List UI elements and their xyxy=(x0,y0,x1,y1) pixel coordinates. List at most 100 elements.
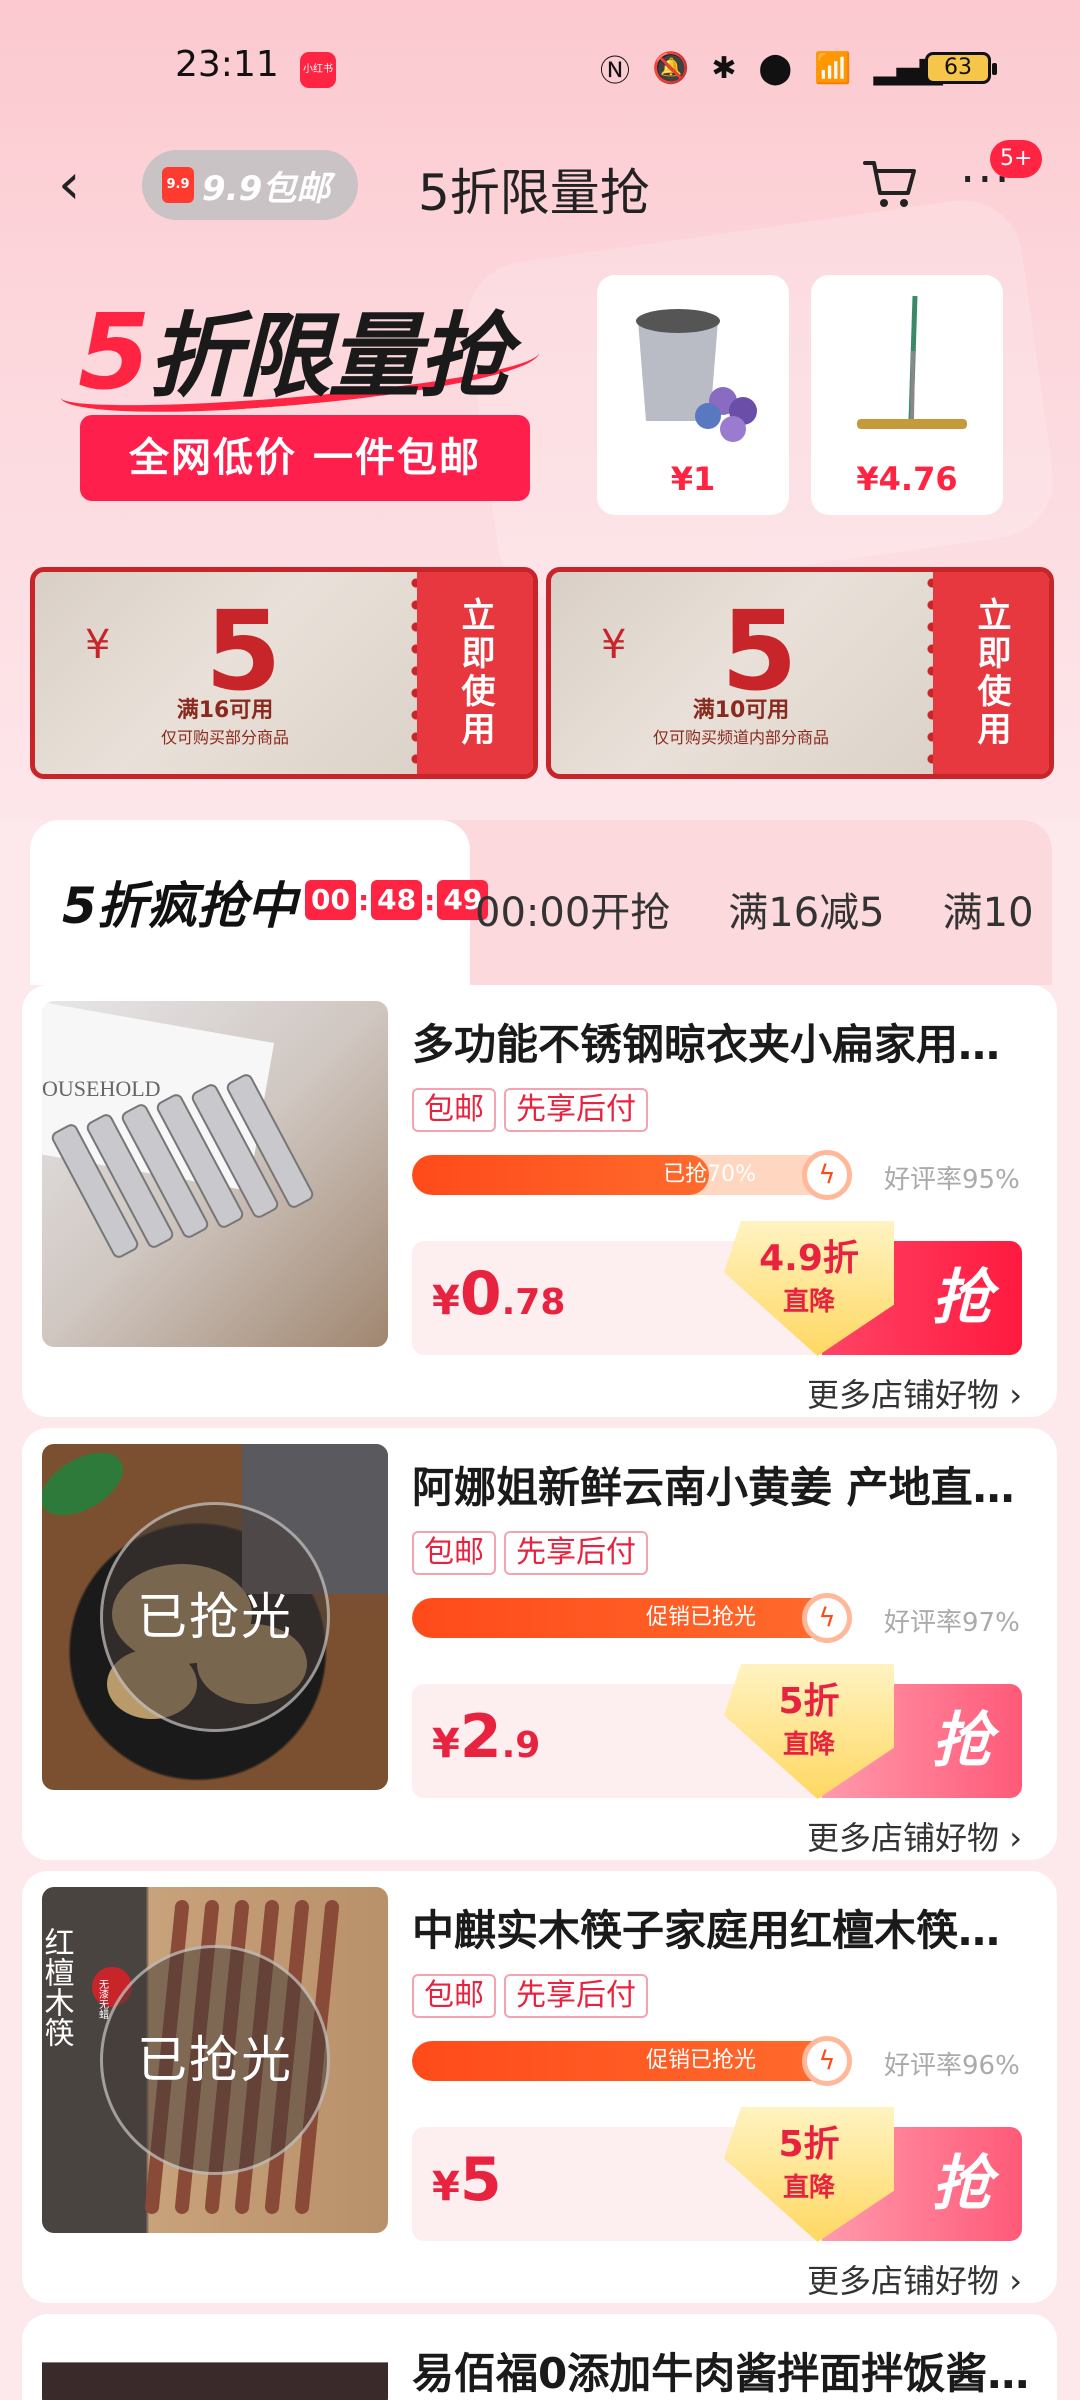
location-icon: ⬤ xyxy=(758,50,793,86)
featured-price: ¥1 xyxy=(670,460,716,498)
pill-label: 9.9包邮 xyxy=(202,168,331,209)
sold-out-overlay: 已抢光 xyxy=(100,1502,330,1732)
rating-text: 好评率96% xyxy=(884,2051,1020,2081)
status-time: 23:11 xyxy=(175,44,279,85)
more-store-link[interactable]: 更多店铺好物 › xyxy=(807,2256,1022,2302)
coupon-card[interactable]: ¥ 5 满16可用 仅可购买部分商品 立即使用 xyxy=(30,567,538,779)
coupon-use-button[interactable]: 立即使用 xyxy=(933,572,1049,774)
sales-progress-bar: 促销已抢光 xyxy=(412,2041,836,2081)
tab-10[interactable]: 满10 xyxy=(943,880,1034,938)
product-name[interactable]: 阿娜姐新鲜云南小黄姜 产地直… xyxy=(412,1454,1032,1515)
banner-title-five: 5 xyxy=(78,291,150,413)
product-card[interactable]: 红檀木筷 无漆无蜡 已抢光 中麒实木筷子家庭用红檀木筷… 包邮 先享后付 促销已… xyxy=(22,1871,1057,2303)
tab-next-round[interactable]: 00:00开抢 xyxy=(475,880,670,938)
tag-free-shipping: 包邮 xyxy=(412,1088,496,1132)
price: ¥2.9 xyxy=(432,1702,541,1772)
progress-text: 促销已抢光 xyxy=(645,1605,756,1630)
system-icons: Ⓝ 🔕 ✱ ⬤ 📶 ▂▄▆ xyxy=(600,46,943,90)
bluetooth-icon: ✱ xyxy=(711,50,737,86)
product-card[interactable]: OUSEHOLD 多功能不锈钢晾衣夹小扁家用… 包邮 先享后付 已抢70% ϟ … xyxy=(22,985,1057,1417)
timer-hours: 00 xyxy=(305,880,356,920)
mop-image xyxy=(857,295,967,429)
coupon-use-button[interactable]: 立即使用 xyxy=(417,572,533,774)
tag-free-shipping: 包邮 xyxy=(412,1531,496,1575)
more-store-link[interactable]: 更多店铺好物 › xyxy=(807,1813,1022,1859)
progress-text: 促销已抢光 xyxy=(645,2048,756,2073)
section-title: 5折疯抢中 xyxy=(62,877,297,935)
discount-sub: 直降 xyxy=(782,1730,835,1760)
tag-free-shipping: 包邮 xyxy=(412,1974,496,2018)
featured-price: ¥4.76 xyxy=(856,460,958,498)
banner-title-rest: 折限量抢 xyxy=(148,303,510,410)
banner-promo-button[interactable]: 全网低价 一件包邮 xyxy=(80,415,530,501)
featured-item-trashbags[interactable]: ¥1 xyxy=(597,275,789,515)
product-tags: 包邮 先享后付 xyxy=(412,1974,648,2018)
tag-pay-later: 先享后付 xyxy=(504,1531,648,1575)
trash-bin-image xyxy=(636,309,757,442)
coupon-currency: ¥ xyxy=(85,622,111,668)
lightning-icon: ϟ xyxy=(802,1593,852,1643)
back-button[interactable]: ‹ xyxy=(58,155,98,215)
progress-fill xyxy=(412,2041,836,2081)
progress-text: 已抢70% xyxy=(663,1162,756,1187)
coupon-card[interactable]: ¥ 5 满10可用 仅可购买频道内部分商品 立即使用 xyxy=(546,567,1054,779)
image-text: 红檀木筷 xyxy=(42,1927,75,2047)
app-notification-icon: 小红书 xyxy=(300,52,336,88)
battery-icon: 63 xyxy=(925,52,997,84)
product-card[interactable]: 易佰福0添加牛肉酱拌面拌饭酱… xyxy=(22,2314,1057,2400)
price-box: ¥0.78 抢 4.9折 直降 xyxy=(412,1221,1022,1356)
discount-value: 4.9折 xyxy=(759,1238,859,1279)
coupon-scope: 仅可购买部分商品 xyxy=(160,728,289,747)
free-shipping-pill[interactable]: 9.9 9.9包邮 xyxy=(142,150,358,220)
coupon-scope: 仅可购买频道内部分商品 xyxy=(652,728,829,747)
image-stamp-text: 无漆无蜡 xyxy=(97,1979,109,2020)
discount-sub: 直降 xyxy=(782,1287,835,1317)
nfc-icon: Ⓝ xyxy=(600,54,630,89)
product-image[interactable]: 已抢光 xyxy=(42,1444,388,1790)
countdown-timer: 00: 48: 49 xyxy=(305,880,489,920)
page-title: 5折限量抢 xyxy=(418,164,650,222)
price: ¥0.78 xyxy=(432,1259,566,1329)
price-box: ¥5 抢 5折 直降 xyxy=(412,2107,1022,2242)
mute-bell-icon: 🔕 xyxy=(652,50,690,86)
section-tabs: 00:00开抢 满16减5 满10 xyxy=(475,880,1080,940)
tab-16-minus-5[interactable]: 满16减5 xyxy=(728,880,884,938)
product-tags: 包邮 先享后付 xyxy=(412,1088,648,1132)
image-print-text: OUSEHOLD xyxy=(42,1076,161,1101)
rating-text: 好评率95% xyxy=(884,1165,1020,1195)
product-name[interactable]: 中麒实木筷子家庭用红檀木筷… xyxy=(412,1897,1032,1958)
progress-fill xyxy=(412,1598,836,1638)
timer-minutes: 48 xyxy=(371,880,423,920)
product-name[interactable]: 多功能不锈钢晾衣夹小扁家用… xyxy=(412,1011,1032,1072)
discount-value: 5折 xyxy=(778,1681,840,1722)
rating-text: 好评率97% xyxy=(884,1608,1020,1638)
coupon-condition: 满10可用 xyxy=(692,698,790,723)
banner-title: 5折限量抢 xyxy=(78,282,510,415)
sales-progress-bar: 促销已抢光 xyxy=(412,1598,836,1638)
tag-pay-later: 先享后付 xyxy=(504,1088,648,1132)
more-store-link[interactable]: 更多店铺好物 › xyxy=(807,1370,1022,1416)
tag-pay-later: 先享后付 xyxy=(504,1974,648,2018)
lightning-icon: ϟ xyxy=(802,1150,852,1200)
product-tags: 包邮 先享后付 xyxy=(412,1531,648,1575)
coupon-currency: ¥ xyxy=(601,622,627,668)
product-card[interactable]: 已抢光 阿娜姐新鲜云南小黄姜 产地直… 包邮 先享后付 促销已抢光 ϟ 好评率9… xyxy=(22,1428,1057,1860)
product-image[interactable]: 红檀木筷 无漆无蜡 已抢光 xyxy=(42,1887,388,2233)
coupon-condition: 满16可用 xyxy=(176,698,274,723)
wifi-icon: 📶 xyxy=(814,50,852,86)
price-box: ¥2.9 抢 5折 直降 xyxy=(412,1664,1022,1799)
product-image[interactable]: OUSEHOLD xyxy=(42,1001,388,1347)
lightning-icon: ϟ xyxy=(802,2036,852,2086)
product-image[interactable] xyxy=(42,2330,388,2400)
discount-value: 5折 xyxy=(778,2124,840,2165)
cart-icon[interactable] xyxy=(862,158,918,210)
featured-item-mop[interactable]: ¥4.76 xyxy=(811,275,1003,515)
sales-progress-bar: 已抢70% xyxy=(412,1155,836,1195)
price: ¥5 xyxy=(432,2145,502,2215)
shopping-bag-icon: 9.9 xyxy=(162,167,194,203)
discount-sub: 直降 xyxy=(782,2173,835,2203)
status-bar: 23:11 小红书 Ⓝ 🔕 ✱ ⬤ 📶 ▂▄▆ 63 xyxy=(0,0,1080,130)
sold-out-overlay: 已抢光 xyxy=(100,1945,330,2175)
product-name[interactable]: 易佰福0添加牛肉酱拌面拌饭酱… xyxy=(412,2340,1032,2400)
notification-badge: 5+ xyxy=(990,140,1043,178)
